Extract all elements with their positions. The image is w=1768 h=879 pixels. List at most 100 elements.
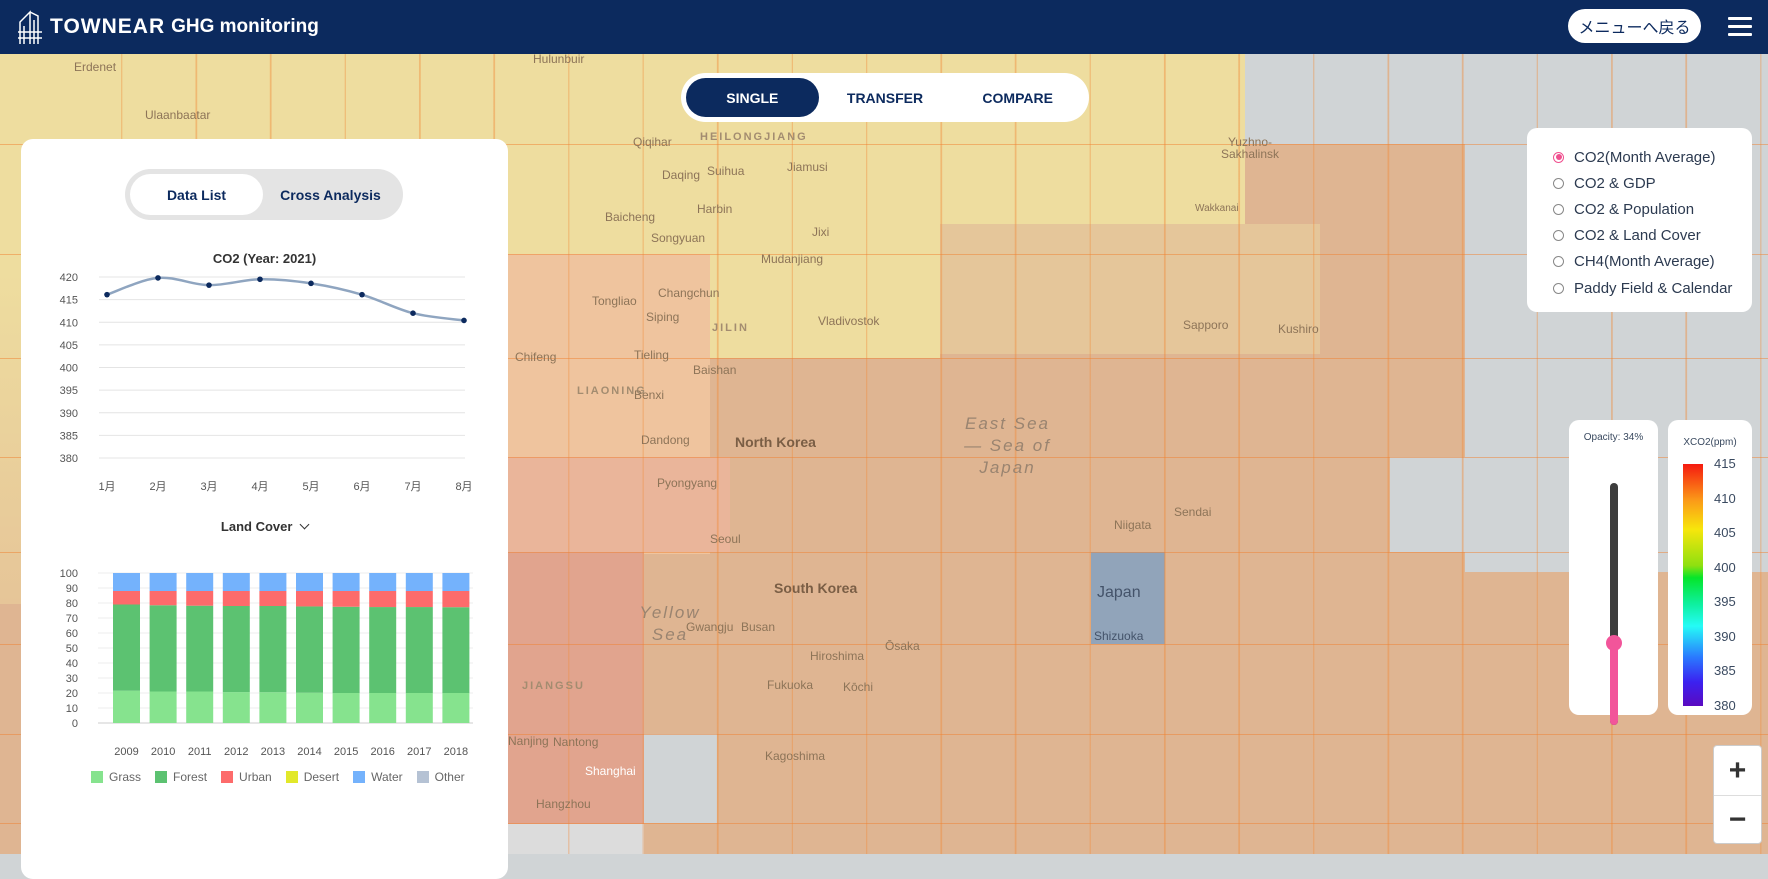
map-label: Kushiro — [1278, 322, 1319, 336]
layer-label: CO2(Month Average) — [1574, 148, 1716, 166]
layer-radio-option[interactable]: CH4(Month Average) — [1553, 249, 1752, 275]
color-scale-bar — [1683, 464, 1703, 706]
view-mode-tabs: SINGLE TRANSFER COMPARE — [681, 73, 1089, 122]
opacity-slider-fill — [1610, 642, 1618, 725]
legend-item[interactable]: Other — [416, 770, 465, 784]
opacity-control: Opacity: 34% — [1569, 420, 1658, 725]
map-label: Siping — [646, 310, 680, 324]
map-label: Chifeng — [515, 350, 557, 364]
map-label: Kōchi — [843, 680, 874, 694]
color-scale-tick: 410 — [1714, 490, 1736, 506]
map-label: Niigata — [1114, 518, 1152, 532]
map-label: Sapporo — [1183, 318, 1229, 332]
map-label: Benxi — [634, 388, 665, 402]
map-label: Baicheng — [605, 210, 656, 224]
legend-label: Forest — [173, 770, 208, 784]
zoom-out-button[interactable]: − — [1714, 795, 1761, 844]
map-label: Suihua — [707, 164, 745, 178]
legend-swatch — [155, 771, 168, 783]
tab-cross-analysis[interactable]: Cross Analysis — [263, 174, 398, 215]
radio-button[interactable] — [1553, 230, 1564, 242]
tab-data-list[interactable]: Data List — [130, 174, 263, 215]
color-scale-tick: 415 — [1714, 456, 1736, 471]
land-cover-label: Land Cover — [220, 519, 293, 534]
map-label: Gwangju — [686, 620, 734, 634]
legend-label: Grass — [109, 770, 142, 784]
map-label: Nantong — [553, 735, 599, 749]
map-label: Daqing — [662, 168, 701, 182]
tab-compare[interactable]: COMPARE — [951, 78, 1084, 117]
legend-item[interactable]: Urban — [221, 770, 272, 784]
map-label: Jixi — [812, 225, 830, 239]
color-scale-tick: 385 — [1714, 663, 1736, 679]
panel-tabs: Data List Cross Analysis — [125, 169, 403, 220]
radio-button[interactable] — [1553, 177, 1564, 189]
layer-radio-option[interactable]: CO2 & Population — [1553, 196, 1752, 222]
map-label: North Korea — [735, 434, 816, 450]
map-label: Sendai — [1174, 505, 1212, 519]
color-scale-tick: 395 — [1714, 594, 1736, 610]
land-cover-dropdown[interactable]: Land Cover — [21, 519, 508, 534]
opacity-slider-thumb[interactable] — [1606, 634, 1622, 651]
zoom-controls: + − — [1713, 745, 1762, 844]
map-label: Shanghai — [585, 764, 636, 778]
map-label: East Sea — Sea of Japan — [964, 414, 1051, 477]
map-label: Dandong — [641, 433, 690, 447]
layer-radio-option[interactable]: CO2 & GDP — [1553, 170, 1752, 196]
hamburger-menu-icon[interactable] — [1728, 17, 1752, 37]
tab-single[interactable]: SINGLE — [686, 78, 819, 117]
layer-label: Paddy Field & Calendar — [1574, 279, 1733, 297]
radio-button[interactable] — [1553, 256, 1564, 268]
map-label: Ulaanbaatar — [145, 108, 211, 122]
radio-button[interactable] — [1553, 282, 1564, 294]
legend-label: Other — [434, 770, 465, 784]
color-scale-tick: 400 — [1714, 559, 1736, 575]
color-scale-title: XCO2(ppm) — [1683, 437, 1737, 448]
map-label: Japan — [1097, 584, 1141, 601]
map-label: Busan — [741, 620, 776, 634]
chevron-down-icon — [299, 519, 310, 530]
map-label: Mudanjiang — [761, 252, 824, 266]
map-label: Wakkanai — [1195, 203, 1239, 214]
layer-label: CO2 & Population — [1574, 200, 1695, 218]
zoom-in-button[interactable]: + — [1714, 746, 1761, 795]
legend-swatch — [91, 771, 103, 783]
legend-swatch — [416, 771, 429, 783]
layer-radio-option[interactable]: CO2 & Land Cover — [1553, 223, 1752, 249]
opacity-slider[interactable] — [1606, 483, 1622, 725]
color-scale-tick: 380 — [1714, 698, 1736, 713]
map-label: Ōsaka — [885, 639, 920, 653]
legend-item[interactable]: Forest — [155, 770, 207, 784]
map-label: Songyuan — [651, 231, 706, 245]
map-label: Hulunbuir — [533, 52, 585, 66]
opacity-label: Opacity: 34% — [1583, 432, 1644, 443]
map-label: JIANGSU — [522, 680, 585, 692]
map-label: Changchun — [658, 286, 720, 300]
brand-name: TOWNEAR — [50, 15, 166, 38]
tab-transfer[interactable]: TRANSFER — [819, 78, 952, 117]
bar-chart-legend: Grass Forest Urban Desert Water Other — [91, 770, 465, 784]
map-label: Pyongyang — [657, 476, 718, 490]
map-label: Hangzhou — [536, 797, 591, 811]
legend-swatch — [353, 771, 366, 783]
map-label: South Korea — [774, 580, 858, 596]
app-header: TOWNEAR GHG monitoring メニューへ戻る — [0, 0, 1768, 54]
legend-item[interactable]: Desert — [285, 770, 339, 784]
layer-label: CH4(Month Average) — [1574, 253, 1715, 271]
map-label: Jiamusi — [787, 160, 828, 174]
layer-radio-group: CO2(Month Average) CO2 & GDP CO2 & Populat… — [1527, 128, 1752, 312]
legend-item[interactable]: Water — [353, 770, 403, 784]
layer-radio-option[interactable]: Paddy Field & Calendar — [1553, 275, 1752, 301]
line-chart-title: CO2 (Year: 2021) — [212, 251, 317, 266]
legend-label: Urban — [239, 770, 272, 784]
radio-button[interactable] — [1553, 151, 1564, 163]
app-subtitle: GHG monitoring — [171, 16, 319, 37]
legend-item[interactable]: Grass — [91, 770, 141, 784]
radio-button[interactable] — [1553, 203, 1564, 215]
map-label: JILIN — [712, 322, 749, 334]
app-logo[interactable]: TOWNEAR GHG monitoring — [16, 10, 319, 44]
back-to-menu-button[interactable]: メニューへ戻る — [1568, 9, 1701, 43]
map-label: Seoul — [710, 532, 741, 546]
map-label: Shizuoka — [1094, 629, 1144, 643]
layer-radio-option[interactable]: CO2(Month Average) — [1553, 144, 1752, 170]
